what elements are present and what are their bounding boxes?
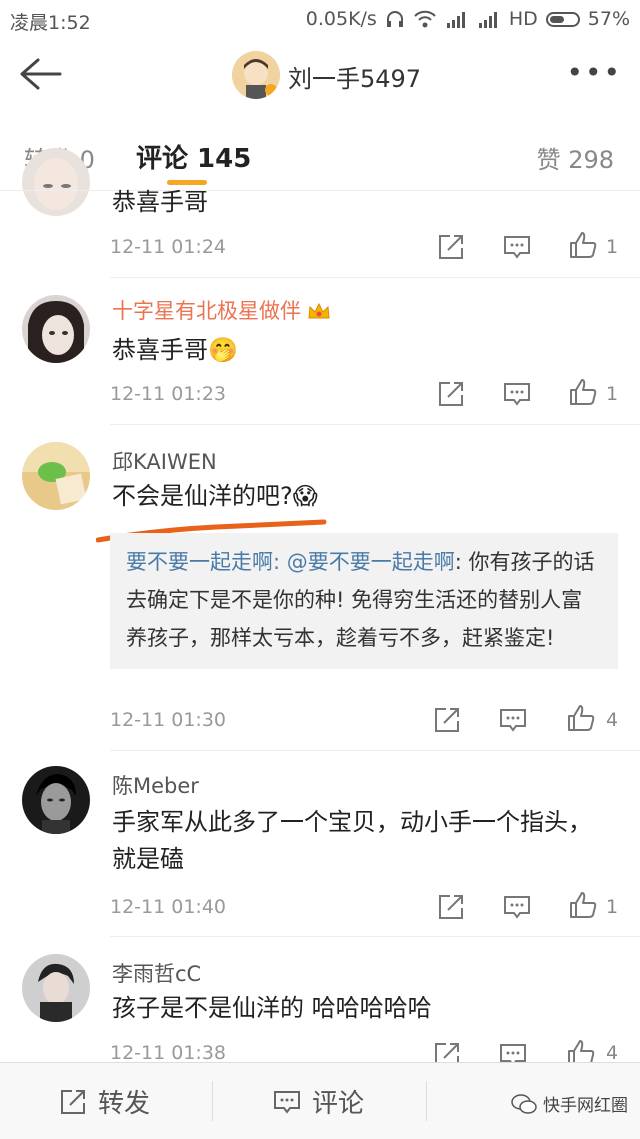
divider [110,936,640,937]
share-icon[interactable] [436,379,466,409]
share-icon[interactable] [436,892,466,922]
comment-time: 12-11 01:23 [110,383,227,405]
more-options-icon[interactable]: ••• [566,56,622,89]
back-arrow-icon[interactable] [14,54,64,94]
like-count: 1 [606,896,619,918]
avatar[interactable] [22,954,90,1022]
emoji: 🤭 [208,336,238,364]
comment-icon[interactable] [502,892,532,922]
like-icon[interactable] [568,377,598,407]
avatar[interactable] [22,766,90,834]
like-icon[interactable] [566,703,596,733]
avatar[interactable] [22,148,90,216]
reply-quote[interactable]: 要不要一起走啊: @要不要一起走啊: 你有孩子的话去确定下是不是你的种! 免得穷… [110,533,618,669]
reply-username[interactable]: 要不要一起走啊 [126,550,273,574]
battery-icon [545,11,580,27]
wifi-icon [414,10,436,28]
divider [110,750,640,751]
hd-label: HD [508,8,538,30]
share-icon[interactable] [432,705,462,735]
forward-label: 转发 [98,1089,151,1119]
comment-text: 恭喜手哥🤭 [112,332,612,369]
headphone-icon [386,11,403,27]
comment-time: 12-11 01:38 [110,1042,227,1064]
status-icons: 0.05K/s HD 57% [306,8,630,30]
like-count: 1 [606,383,619,405]
share-icon [61,1089,85,1114]
title-bar: 刘一手5497 ••• [0,38,640,112]
like-count: 1 [606,236,619,258]
comment-label: 评论 [312,1089,365,1119]
signal-icon-2 [478,12,497,28]
bottom-action-bar: 转发 评论 快手网红圈 [0,1062,640,1139]
like-icon[interactable] [568,890,598,920]
comment-time: 12-11 01:24 [110,236,227,258]
username-text[interactable]: 十字星有北极星做伴 [112,299,301,323]
tab-likes[interactable]: 赞 298 [537,140,614,175]
comment-icon [274,1090,300,1114]
status-time: 凌晨1:52 [10,12,91,34]
comment-text: 孩子是不是仙洋的 哈哈哈哈哈 [112,994,432,1022]
comment-username[interactable]: 邱KAIWEN [112,446,217,476]
comment-button[interactable]: 评论 [272,1083,364,1120]
divider [110,424,640,425]
tab-comments[interactable]: 评论 145 [136,138,251,175]
comment-time: 12-11 01:30 [110,709,227,731]
comment-username[interactable]: 李雨哲cC [112,958,201,988]
status-bar: 凌晨1:52 0.05K/s HD 57% [0,0,640,38]
author-avatar[interactable] [232,51,280,99]
comment-icon[interactable] [502,379,532,409]
network-speed: 0.05K/s [305,8,377,30]
like-icon[interactable] [568,230,598,260]
battery-percent: 57% [587,8,630,30]
comment-icon[interactable] [502,232,532,262]
page-title: 刘一手5497 [288,65,422,93]
share-icon[interactable] [436,232,466,262]
signal-icon [446,12,465,28]
watermark: 快手网红圈 [511,1091,628,1116]
comment-username[interactable]: 陈Meber [112,770,199,800]
divider [426,1081,427,1121]
like-count: 4 [606,1042,619,1064]
divider [212,1081,213,1121]
comment-time: 12-11 01:40 [110,896,227,918]
avatar[interactable] [22,442,90,510]
divider [110,277,640,278]
crown-badge-icon [308,302,330,319]
comment-text-content: 恭喜手哥 [112,336,208,364]
comment-icon[interactable] [498,705,528,735]
comment-text: 恭喜手哥 [112,188,208,216]
wechat-icon [511,1093,537,1114]
watermark-text: 快手网红圈 [543,1096,628,1116]
reply-mention[interactable]: : @要不要一起走啊 [273,550,455,574]
tab-bar: 转发 0 评论 145 赞 298 [0,112,640,191]
comment-username[interactable]: 十字星有北极星做伴 [112,295,331,325]
forward-button[interactable]: 转发 [58,1083,150,1120]
comment-text: 手家军从此多了一个宝贝，动小手一个指头，就是磕 [112,808,592,873]
like-count: 4 [606,709,619,731]
avatar[interactable] [22,295,90,363]
